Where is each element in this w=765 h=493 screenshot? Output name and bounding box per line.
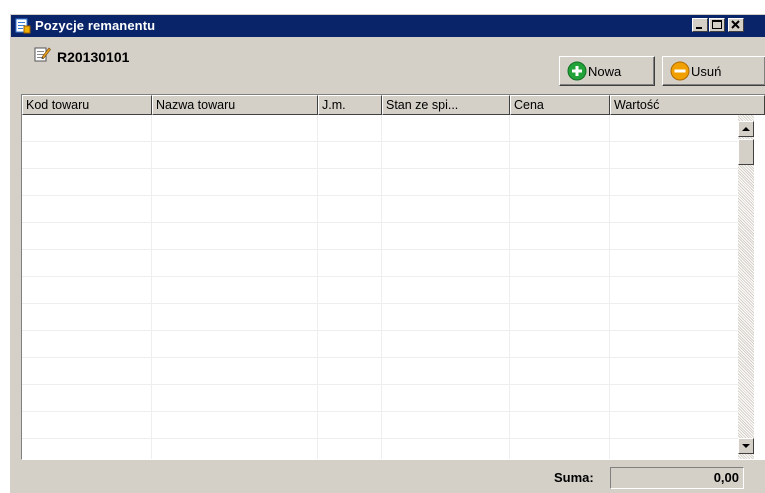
delete-button[interactable]: Usuń (662, 56, 765, 86)
sum-value: 0,00 (610, 467, 744, 489)
minimize-button[interactable] (692, 18, 708, 32)
column-header-unit[interactable]: J.m. (318, 95, 382, 115)
close-icon (731, 20, 740, 29)
grid-body[interactable] (22, 115, 738, 459)
vertical-scrollbar[interactable] (738, 115, 754, 459)
items-grid[interactable]: Kod towaru Nazwa towaru J.m. Stan ze spi… (21, 94, 765, 460)
inventory-items-window: Pozycje remanentu R20130101 Nowa Usuń Ko… (10, 14, 765, 493)
column-header-name[interactable]: Nazwa towaru (152, 95, 318, 115)
window-title: Pozycje remanentu (35, 18, 156, 33)
column-divider (317, 115, 318, 459)
scroll-thumb[interactable] (738, 139, 754, 165)
scroll-down-button[interactable] (738, 438, 754, 454)
edit-document-icon (34, 47, 51, 62)
minus-circle-icon (670, 61, 690, 81)
arrow-down-icon (742, 444, 750, 448)
sum-label: Suma: (554, 470, 594, 485)
column-divider (381, 115, 382, 459)
new-button-label: Nowa (588, 63, 622, 79)
new-button[interactable]: Nowa (559, 56, 655, 86)
column-divider (151, 115, 152, 459)
title-bar[interactable]: Pozycje remanentu (11, 15, 765, 37)
app-icon (15, 18, 31, 34)
column-header-stock[interactable]: Stan ze spi... (382, 95, 510, 115)
document-number: R20130101 (57, 49, 130, 65)
maximize-button[interactable] (709, 18, 725, 32)
column-divider (509, 115, 510, 459)
delete-button-label: Usuń (691, 63, 722, 79)
arrow-up-icon (742, 127, 750, 131)
scroll-up-button[interactable] (738, 121, 754, 137)
column-header-code[interactable]: Kod towaru (22, 95, 152, 115)
close-button[interactable] (728, 18, 744, 32)
plus-circle-icon (567, 61, 587, 81)
column-header-value[interactable]: Wartość (610, 95, 765, 115)
column-header-price[interactable]: Cena (510, 95, 610, 115)
maximize-icon (712, 20, 722, 29)
column-divider (609, 115, 610, 459)
minimize-icon (696, 27, 702, 29)
